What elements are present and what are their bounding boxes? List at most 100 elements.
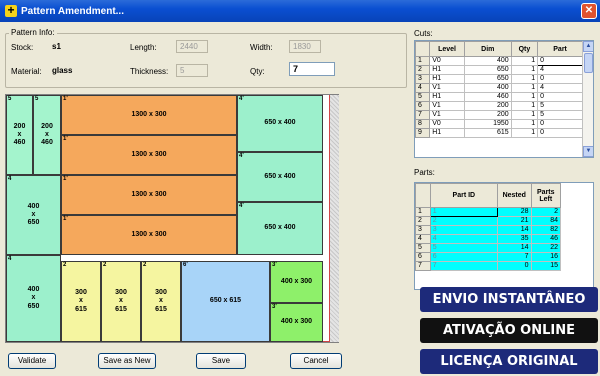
table-cell[interactable]: 615 bbox=[463, 128, 512, 138]
table-cell[interactable]: 400 bbox=[463, 56, 512, 66]
length-field[interactable]: 2440 bbox=[176, 40, 208, 53]
layout-piece[interactable]: 4' 650 x 400 bbox=[237, 152, 323, 202]
table-cell[interactable]: 1 bbox=[429, 207, 498, 217]
layout-piece[interactable]: 3' 400 x 300 bbox=[270, 261, 323, 303]
table-cell[interactable]: 28 bbox=[496, 207, 532, 217]
cuts-header[interactable] bbox=[415, 41, 431, 57]
table-cell[interactable]: 9 bbox=[415, 128, 431, 138]
parts-header[interactable] bbox=[415, 183, 431, 208]
layout-piece[interactable]: 1' 1300 x 300 bbox=[61, 175, 237, 215]
table-cell[interactable]: 5 bbox=[429, 243, 498, 253]
table-cell[interactable]: 4 bbox=[537, 83, 583, 93]
table-cell[interactable]: 1 bbox=[510, 65, 539, 75]
qty-field[interactable]: 7 bbox=[289, 62, 335, 76]
table-row[interactable]: 6 V1 200 1 5 bbox=[415, 101, 583, 111]
table-row[interactable]: 1 1 28 2 bbox=[415, 207, 562, 217]
table-row[interactable]: 8 V0 1950 1 0 bbox=[415, 119, 583, 129]
table-row[interactable]: 9 H1 615 1 0 bbox=[415, 128, 583, 138]
layout-piece[interactable]: 4' 650 x 400 bbox=[237, 202, 323, 255]
layout-piece[interactable]: 2 300 x 615 bbox=[101, 261, 141, 342]
table-cell[interactable]: 2 bbox=[530, 207, 562, 217]
table-cell[interactable]: 1 bbox=[510, 119, 539, 129]
scroll-thumb[interactable] bbox=[584, 53, 593, 73]
table-cell[interactable]: 4 bbox=[415, 234, 431, 244]
layout-piece[interactable]: 4 400 x 650 bbox=[6, 175, 61, 255]
validate-button[interactable]: Validate bbox=[8, 353, 56, 369]
table-cell[interactable]: 5 bbox=[415, 92, 431, 102]
cuts-header[interactable]: Level bbox=[429, 41, 465, 57]
cuts-grid[interactable]: Level Dim Qty Part 1 V0 400 1 0 2 H1 650 1 4 3 H1 650 1 0… bbox=[414, 40, 594, 158]
table-cell[interactable]: 1 bbox=[415, 207, 431, 217]
table-cell[interactable]: 15 bbox=[530, 261, 562, 271]
table-row[interactable]: 4 4 35 46 bbox=[415, 234, 562, 244]
parts-header[interactable]: Part ID bbox=[429, 183, 498, 208]
table-cell[interactable]: 1 bbox=[510, 101, 539, 111]
layout-piece[interactable]: 4 400 x 650 bbox=[6, 255, 61, 342]
table-cell[interactable]: 1 bbox=[510, 74, 539, 84]
table-cell[interactable]: V0 bbox=[429, 119, 465, 129]
table-cell[interactable]: 5 bbox=[537, 110, 583, 120]
parts-header[interactable]: Parts Left bbox=[530, 183, 562, 208]
table-cell[interactable]: 0 bbox=[537, 128, 583, 138]
table-cell[interactable]: 2 bbox=[429, 216, 498, 226]
table-row[interactable]: 3 3 14 82 bbox=[415, 225, 562, 235]
table-cell[interactable]: 6 bbox=[415, 252, 431, 262]
table-cell[interactable]: V1 bbox=[429, 83, 465, 93]
table-cell[interactable]: 46 bbox=[530, 234, 562, 244]
layout-piece[interactable]: 5 200 x 460 bbox=[6, 95, 33, 175]
table-cell[interactable]: 460 bbox=[463, 92, 512, 102]
scroll-down-icon[interactable]: ▼ bbox=[583, 146, 593, 157]
table-cell[interactable]: H1 bbox=[429, 65, 465, 75]
table-cell[interactable]: 400 bbox=[463, 83, 512, 93]
table-cell[interactable]: 5 bbox=[415, 243, 431, 253]
layout-piece[interactable]: 6' 650 x 615 bbox=[181, 261, 270, 342]
table-cell[interactable]: 2 bbox=[415, 216, 431, 226]
layout-piece[interactable]: 4' 650 x 400 bbox=[237, 95, 323, 152]
layout-piece[interactable]: 3' 400 x 300 bbox=[270, 303, 323, 342]
table-cell[interactable]: 1 bbox=[415, 56, 431, 66]
table-cell[interactable]: 7 bbox=[415, 110, 431, 120]
table-cell[interactable]: 1 bbox=[510, 110, 539, 120]
table-cell[interactable]: 4 bbox=[537, 65, 583, 75]
table-cell[interactable]: H1 bbox=[429, 128, 465, 138]
layout-piece[interactable]: 1' 1300 x 300 bbox=[61, 215, 237, 255]
scroll-up-icon[interactable]: ▲ bbox=[583, 41, 593, 52]
table-cell[interactable]: 5 bbox=[537, 101, 583, 111]
save-as-new-button[interactable]: Save as New bbox=[98, 353, 156, 369]
table-row[interactable]: 7 V1 200 1 5 bbox=[415, 110, 583, 120]
table-cell[interactable]: 200 bbox=[463, 110, 512, 120]
cuts-scrollbar[interactable]: ▲ ▼ bbox=[582, 41, 593, 157]
table-cell[interactable]: 0 bbox=[537, 92, 583, 102]
table-cell[interactable]: 0 bbox=[496, 261, 532, 271]
table-row[interactable]: 5 5 14 22 bbox=[415, 243, 562, 253]
table-cell[interactable]: V1 bbox=[429, 110, 465, 120]
table-row[interactable]: 2 2 21 84 bbox=[415, 216, 562, 226]
table-cell[interactable]: V0 bbox=[429, 56, 465, 66]
cancel-button[interactable]: Cancel bbox=[290, 353, 342, 369]
table-cell[interactable]: 1 bbox=[510, 56, 539, 66]
table-cell[interactable]: V1 bbox=[429, 101, 465, 111]
table-row[interactable]: 2 H1 650 1 4 bbox=[415, 65, 583, 75]
table-cell[interactable]: 8 bbox=[415, 119, 431, 129]
table-cell[interactable]: 14 bbox=[496, 225, 532, 235]
parts-header[interactable]: Nested bbox=[496, 183, 532, 208]
layout-piece[interactable]: 5 200 x 460 bbox=[33, 95, 61, 175]
table-cell[interactable]: 6 bbox=[415, 101, 431, 111]
table-cell[interactable]: H1 bbox=[429, 92, 465, 102]
table-cell[interactable]: 4 bbox=[429, 234, 498, 244]
table-cell[interactable]: 650 bbox=[463, 65, 512, 75]
close-icon[interactable]: ✕ bbox=[581, 3, 597, 19]
table-cell[interactable]: 3 bbox=[415, 74, 431, 84]
table-cell[interactable]: 0 bbox=[537, 119, 583, 129]
layout-piece[interactable]: 2 300 x 615 bbox=[141, 261, 181, 342]
table-cell[interactable]: 7 bbox=[415, 261, 431, 271]
save-button[interactable]: Save bbox=[196, 353, 246, 369]
table-cell[interactable]: 7 bbox=[429, 261, 498, 271]
table-cell[interactable]: 84 bbox=[530, 216, 562, 226]
table-row[interactable]: 5 H1 460 1 0 bbox=[415, 92, 583, 102]
table-cell[interactable]: 2 bbox=[415, 65, 431, 75]
table-cell[interactable]: 7 bbox=[496, 252, 532, 262]
table-cell[interactable]: 82 bbox=[530, 225, 562, 235]
table-cell[interactable]: 21 bbox=[496, 216, 532, 226]
table-cell[interactable]: 0 bbox=[537, 74, 583, 84]
